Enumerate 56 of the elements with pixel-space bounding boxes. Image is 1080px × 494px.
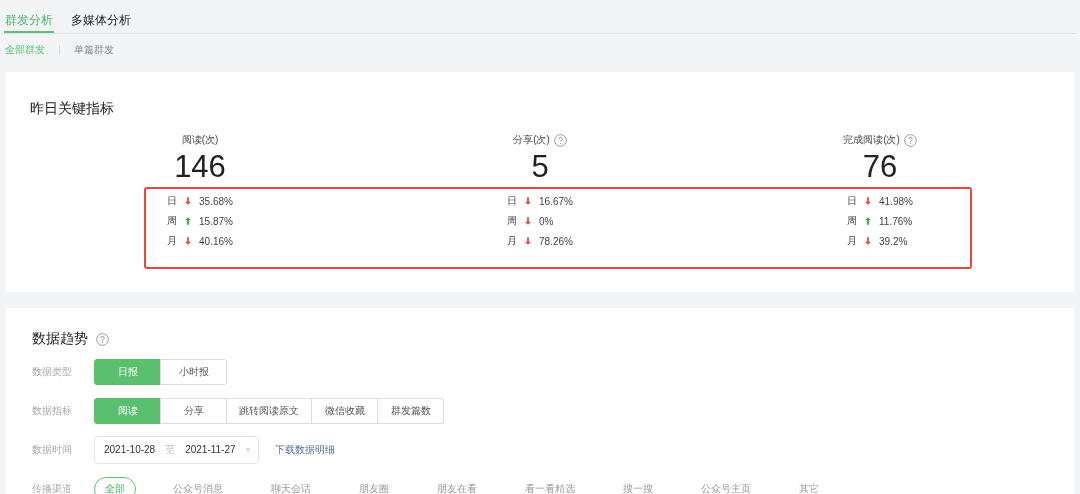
channel-chip[interactable]: 朋友在看	[426, 476, 488, 494]
change-percent: 39.2%	[879, 235, 908, 247]
period-label: 日	[507, 194, 518, 208]
change-percent: 40.16%	[199, 235, 233, 247]
period-label: 周	[507, 214, 518, 228]
sub-tab[interactable]: 全部群发	[5, 43, 45, 57]
channel-chip[interactable]: 其它	[788, 476, 830, 494]
help-icon[interactable]	[96, 332, 109, 346]
help-icon[interactable]	[903, 133, 917, 147]
channel-chip[interactable]: 公众号主页	[690, 476, 762, 494]
tab[interactable]: 群发分析	[4, 0, 54, 33]
change-percent: 35.68%	[199, 195, 233, 207]
tab[interactable]: 多媒体分析	[70, 0, 132, 33]
change-percent: 16.67%	[539, 195, 573, 207]
metric-label: 阅读(次)	[181, 133, 219, 147]
segment-button[interactable]: 分享	[160, 397, 227, 424]
change-percent: 0%	[539, 215, 554, 227]
change-percent: 41.98%	[879, 195, 913, 207]
metric-value: 5	[531, 150, 549, 184]
filter-label: 数据类型	[32, 364, 73, 379]
sub-tab[interactable]: 单篇群发	[74, 43, 114, 57]
change-percent: 11.76%	[879, 215, 913, 227]
segment-button[interactable]: 微信收藏	[311, 397, 378, 424]
filter-label: 数据指标	[32, 403, 73, 418]
change-percent: 78.26%	[539, 235, 573, 247]
filter-label: 传播渠道	[32, 481, 73, 494]
end-date: 2021-11-27	[185, 444, 236, 455]
period-label: 日	[847, 194, 858, 208]
help-icon[interactable]	[553, 133, 567, 147]
period-label: 月	[507, 234, 518, 248]
segment-button[interactable]: 跳转阅读原文	[226, 397, 312, 424]
start-date: 2021-10-28	[104, 444, 156, 455]
period-label: 月	[847, 234, 858, 248]
metric-label: 分享(次)	[513, 133, 550, 147]
channel-chip[interactable]: 搜一搜	[612, 476, 664, 494]
section-title: 昨日关键指标	[30, 100, 115, 118]
section-title: 数据趋势	[32, 330, 88, 348]
change-percent: 15.87%	[199, 215, 233, 227]
period-label: 日	[167, 194, 178, 208]
metric-value: 146	[174, 150, 226, 184]
download-link[interactable]: 下载数据明细	[275, 442, 335, 457]
metric-value: 76	[862, 150, 898, 184]
metric-label: 完成阅读(次)	[843, 133, 900, 147]
filter-label: 数据时间	[32, 442, 73, 457]
segment-button[interactable]: 阅读	[94, 397, 161, 424]
period-label: 周	[847, 214, 858, 228]
date-range-field[interactable]: 2021-10-28 至 2021-11-27	[94, 435, 259, 464]
range-separator: 至	[165, 442, 176, 457]
channel-chip[interactable]: 朋友圈	[348, 476, 400, 494]
segment-button[interactable]: 小时报	[160, 358, 227, 385]
period-label: 月	[167, 234, 178, 248]
segment-button[interactable]: 日报	[94, 358, 161, 385]
segment-button[interactable]: 群发篇数	[377, 397, 444, 424]
channel-chip[interactable]: 公众号消息	[162, 476, 234, 494]
channel-chip[interactable]: 聊天会话	[260, 476, 322, 494]
period-label: 周	[167, 214, 178, 228]
